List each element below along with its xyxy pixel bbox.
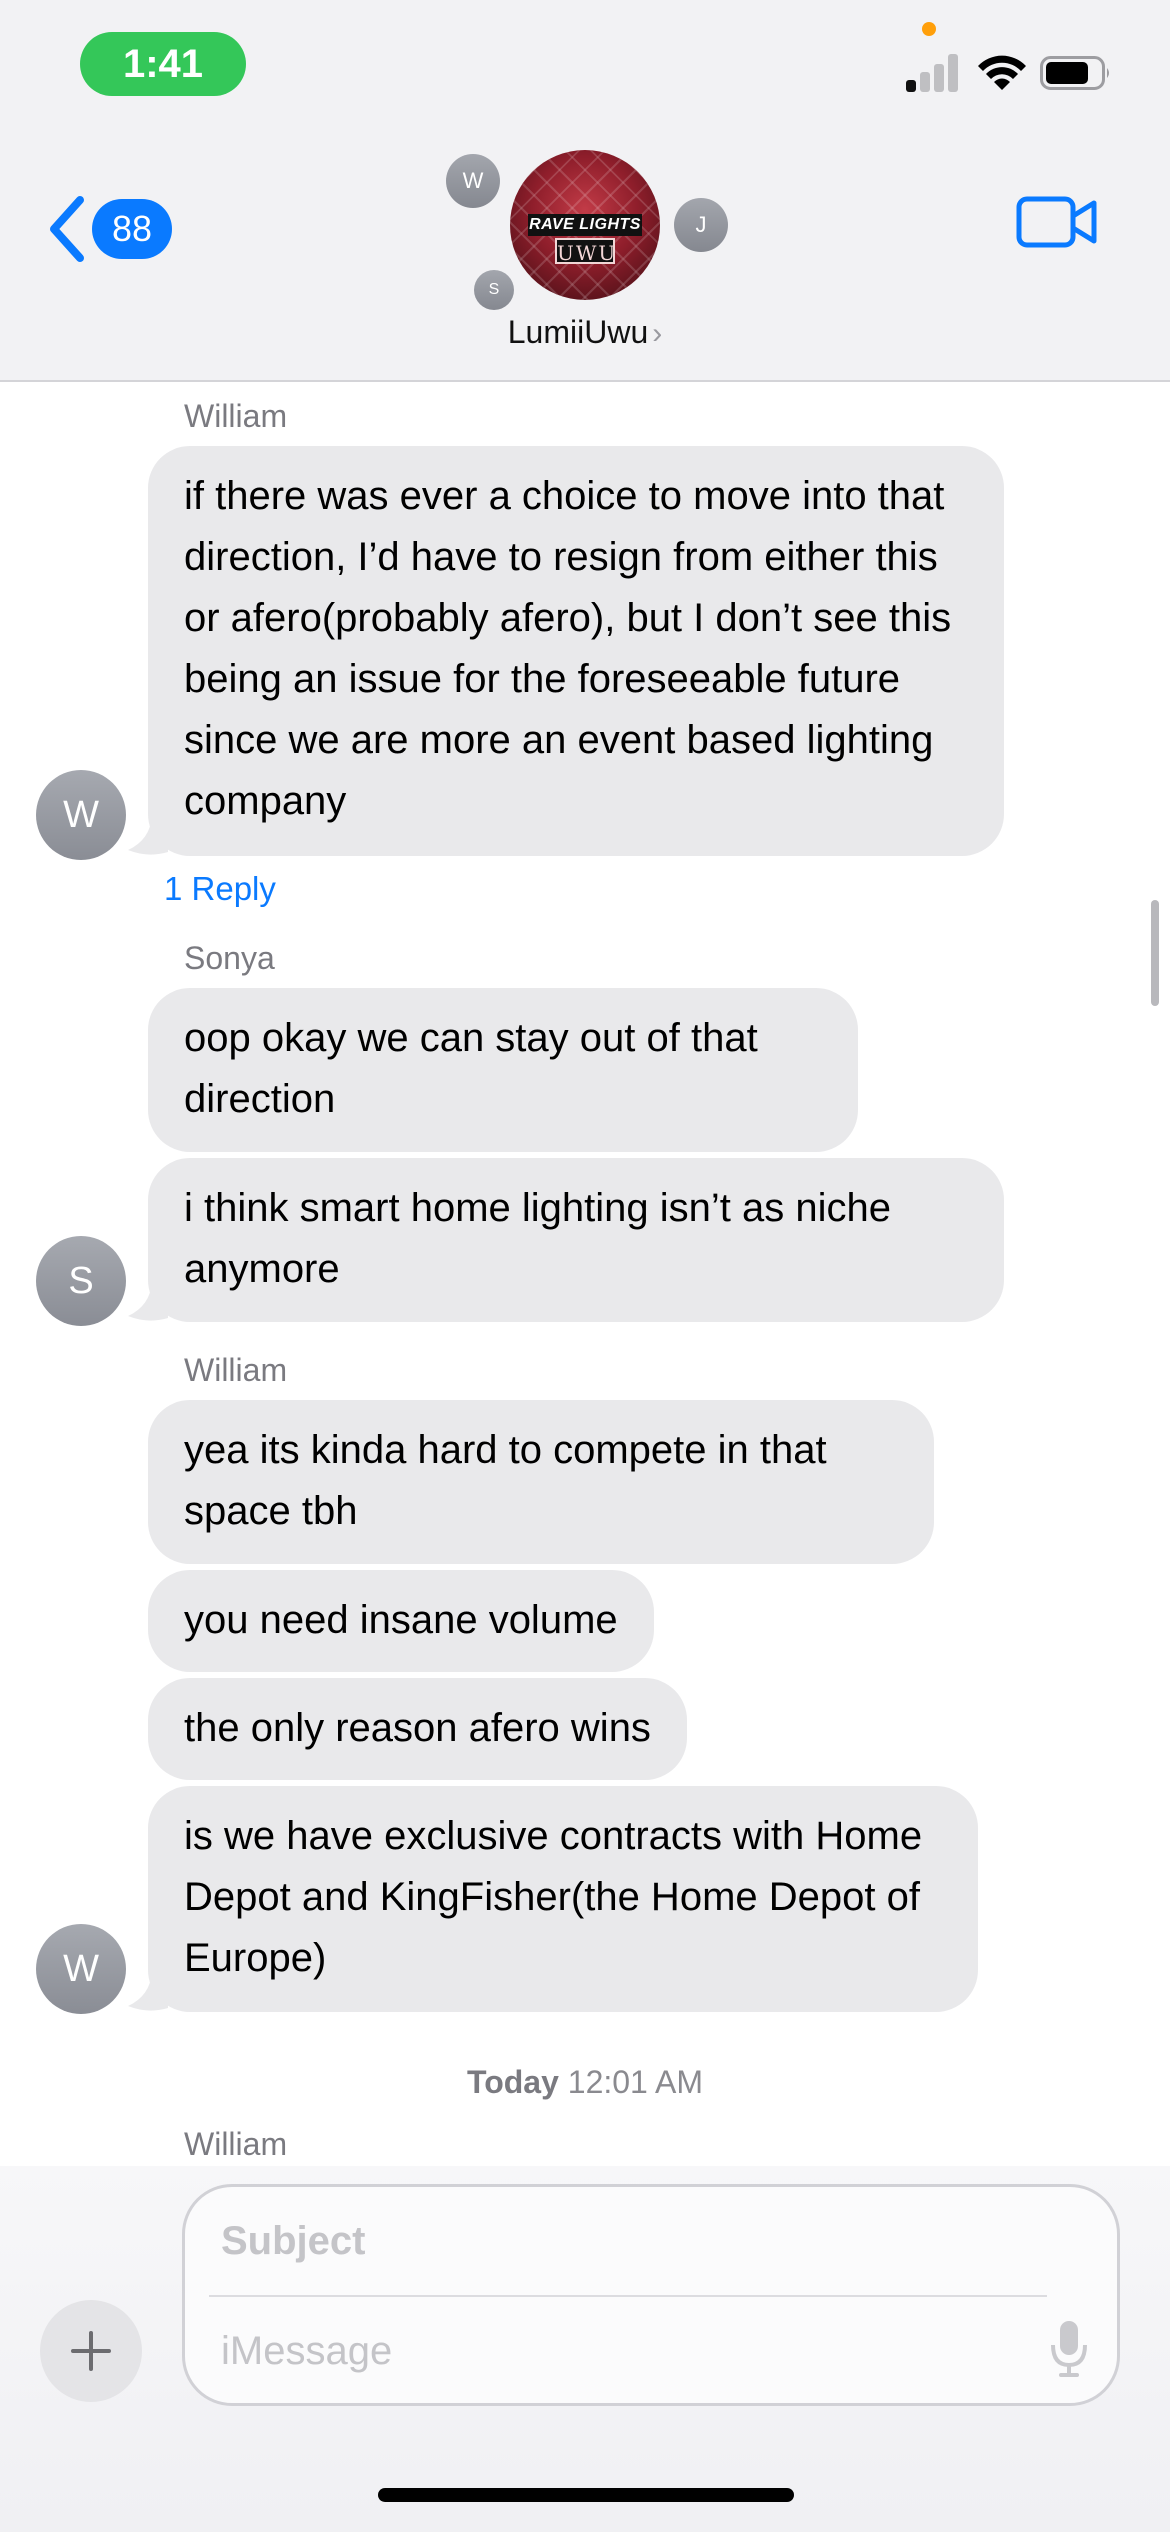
message-bubble[interactable]: oop okay we can stay out of that directi… [148, 988, 858, 1152]
sender-name: William [184, 1352, 288, 1388]
avatar-logo-line1: RAVE LIGHTS [528, 214, 642, 236]
timestamp-time: 12:01 AM [567, 2064, 703, 2100]
member-avatar-w[interactable]: W [446, 154, 500, 208]
add-attachment-button[interactable] [40, 2300, 142, 2402]
conversation-header: 88 W RAVE LIGHTS UWU J S LumiiUwu › [0, 130, 1170, 382]
timestamp: Today 12:01 AM [0, 2064, 1170, 2101]
avatar[interactable]: W [36, 1924, 126, 2014]
message-bubble[interactable]: yea its kinda hard to compete in that sp… [148, 1400, 934, 1564]
message-bubble[interactable]: if there was ever a choice to move into … [148, 446, 1004, 856]
sender-name: William [184, 2126, 288, 2162]
timestamp-day: Today [467, 2064, 559, 2100]
mic-in-use-indicator [922, 22, 936, 36]
reply-link[interactable]: 1 Reply [164, 870, 276, 908]
unread-count-badge: 88 [92, 199, 172, 259]
wifi-icon [978, 55, 1026, 90]
bubble-tail [128, 816, 168, 855]
status-bar: 1:41 [0, 0, 1170, 130]
bubble-tail [128, 1282, 168, 1321]
sender-name: William [184, 398, 288, 434]
bubble-tail [128, 1972, 168, 2011]
member-avatar-j[interactable]: J [674, 198, 728, 252]
conversation-name-label: LumiiUwu [507, 314, 649, 350]
battery-icon [1040, 56, 1109, 90]
member-avatar-s[interactable]: S [474, 270, 514, 310]
scrollbar[interactable] [1151, 900, 1159, 1006]
sender-name: Sonya [184, 940, 275, 976]
group-avatar[interactable]: RAVE LIGHTS UWU [510, 150, 660, 300]
plus-icon [71, 2331, 111, 2371]
chevron-left-icon [50, 196, 84, 262]
imessage-field[interactable]: iMessage [221, 2329, 392, 2374]
microphone-icon[interactable] [1049, 2319, 1089, 2379]
avatar[interactable]: W [36, 770, 126, 860]
back-button[interactable]: 88 [46, 194, 172, 264]
compose-bar: Subject iMessage [0, 2166, 1170, 2532]
avatar[interactable]: S [36, 1236, 126, 1326]
cellular-signal-icon [906, 52, 960, 92]
message-bubble[interactable]: you need insane volume [148, 1570, 654, 1672]
home-indicator[interactable] [378, 2488, 794, 2502]
video-call-icon[interactable] [1016, 194, 1098, 250]
chevron-right-icon: › [652, 317, 663, 350]
conversation-name[interactable]: LumiiUwu › [0, 314, 1170, 351]
message-bubble[interactable]: is we have exclusive contracts with Home… [148, 1786, 978, 2012]
message-input-box[interactable]: Subject iMessage [182, 2184, 1120, 2406]
message-bubble[interactable]: i think smart home lighting isn’t as nic… [148, 1158, 1004, 1322]
subject-field[interactable]: Subject [221, 2219, 365, 2264]
time-pill[interactable]: 1:41 [80, 32, 246, 96]
message-bubble[interactable]: the only reason afero wins [148, 1678, 687, 1780]
input-divider [209, 2295, 1047, 2297]
avatar-logo-line2: UWU [555, 238, 615, 265]
